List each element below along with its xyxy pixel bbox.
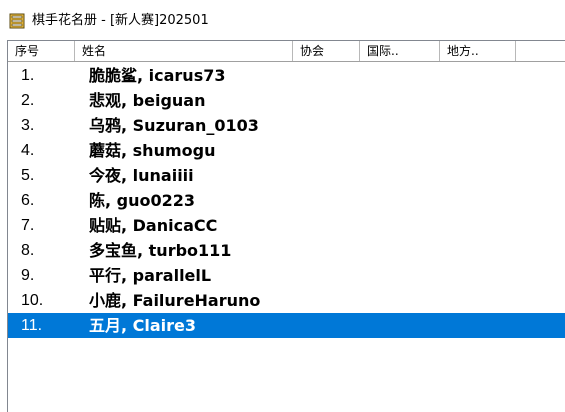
table-row[interactable]: 7. 贴贴, DanicaCC bbox=[8, 213, 565, 238]
list-header: 序号 姓名 协会 国际.. 地方.. bbox=[8, 41, 565, 62]
row-number: 11. bbox=[21, 317, 43, 334]
player-list[interactable]: 序号 姓名 协会 国际.. 地方.. 1. 脆脆鲨, icarus73 2. 悲… bbox=[7, 40, 565, 412]
player-name: 五月, Claire3 bbox=[89, 316, 197, 335]
table-row[interactable]: 8. 多宝鱼, turbo111 bbox=[8, 238, 565, 263]
player-name: 悲观, beiguan bbox=[89, 91, 206, 110]
column-header-number[interactable]: 序号 bbox=[8, 41, 75, 61]
column-header-association[interactable]: 协会 bbox=[293, 41, 360, 61]
player-name: 今夜, lunaiiii bbox=[89, 166, 194, 185]
table-row[interactable]: 10. 小鹿, FailureHaruno bbox=[8, 288, 565, 313]
player-name: 乌鸦, Suzuran_0103 bbox=[89, 116, 259, 135]
list-rows: 1. 脆脆鲨, icarus73 2. 悲观, beiguan 3. 乌鸦, S… bbox=[8, 63, 565, 338]
row-number: 8. bbox=[21, 242, 35, 259]
table-row-selected[interactable]: 11. 五月, Claire3 bbox=[8, 313, 565, 338]
player-name: 平行, parallelL bbox=[89, 266, 212, 285]
player-name: 蘑菇, shumogu bbox=[89, 141, 216, 160]
player-name: 脆脆鲨, icarus73 bbox=[89, 66, 226, 85]
column-header-name[interactable]: 姓名 bbox=[75, 41, 293, 61]
row-number: 4. bbox=[21, 142, 35, 159]
table-row[interactable]: 2. 悲观, beiguan bbox=[8, 88, 565, 113]
player-name: 多宝鱼, turbo111 bbox=[89, 241, 232, 260]
table-row[interactable]: 9. 平行, parallelL bbox=[8, 263, 565, 288]
table-row[interactable]: 4. 蘑菇, shumogu bbox=[8, 138, 565, 163]
player-name: 贴贴, DanicaCC bbox=[89, 216, 218, 235]
title-bar[interactable]: 棋手花名册 - [新人赛]202501 bbox=[0, 0, 565, 40]
row-number: 2. bbox=[21, 92, 35, 109]
row-number: 10. bbox=[21, 292, 44, 309]
row-number: 3. bbox=[21, 117, 35, 134]
player-name: 小鹿, FailureHaruno bbox=[89, 291, 261, 310]
table-row[interactable]: 1. 脆脆鲨, icarus73 bbox=[8, 63, 565, 88]
window-title: 棋手花名册 - [新人赛]202501 bbox=[32, 13, 209, 28]
column-header-local[interactable]: 地方.. bbox=[440, 41, 516, 61]
row-number: 7. bbox=[21, 217, 35, 234]
table-row[interactable]: 3. 乌鸦, Suzuran_0103 bbox=[8, 113, 565, 138]
column-header-international[interactable]: 国际.. bbox=[360, 41, 440, 61]
registry-book-icon bbox=[9, 13, 25, 29]
player-name: 陈, guo0223 bbox=[89, 191, 196, 210]
table-row[interactable]: 5. 今夜, lunaiiii bbox=[8, 163, 565, 188]
table-row[interactable]: 6. 陈, guo0223 bbox=[8, 188, 565, 213]
row-number: 1. bbox=[21, 67, 35, 84]
row-number: 6. bbox=[21, 192, 35, 209]
row-number: 5. bbox=[21, 167, 35, 184]
row-number: 9. bbox=[21, 267, 35, 284]
